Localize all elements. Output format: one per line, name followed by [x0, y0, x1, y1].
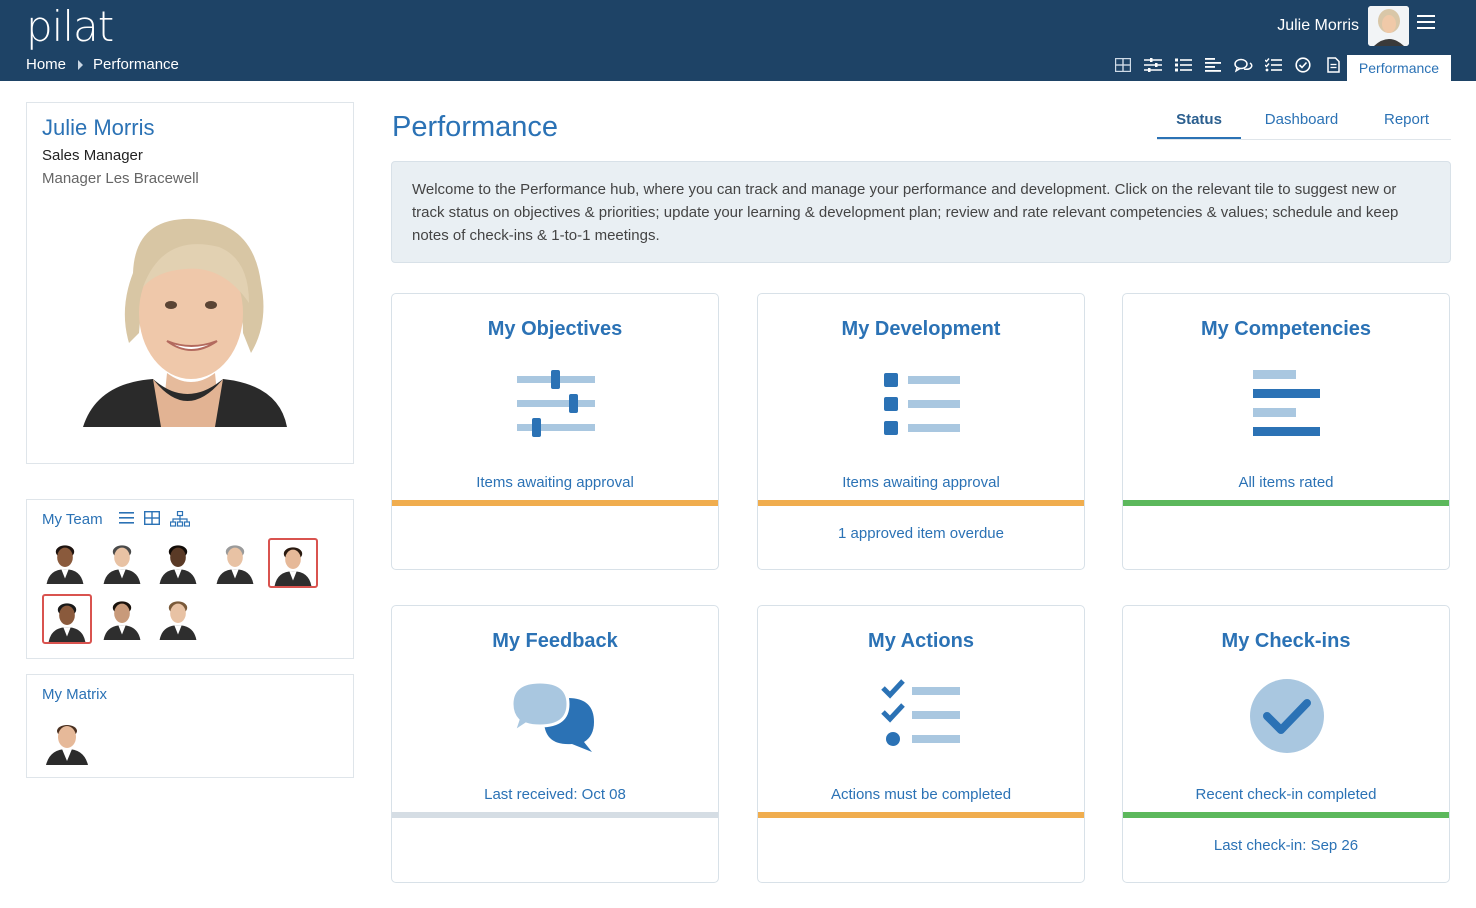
tab-report[interactable]: Report: [1362, 99, 1451, 139]
profile-manager: Manager Les Bracewell: [42, 170, 199, 187]
grid-icon[interactable]: [1108, 56, 1138, 74]
my-matrix-label: My Matrix: [42, 686, 107, 703]
tile-my-competencies[interactable]: My Competencies All items rated: [1122, 293, 1450, 570]
list-view-icon[interactable]: [119, 511, 134, 525]
logo[interactable]: pilat: [26, 2, 114, 51]
page-title: Performance: [392, 111, 559, 143]
breadcrumb-current: Performance: [93, 56, 179, 73]
tile-status: All items rated: [1238, 474, 1334, 491]
welcome-message: Welcome to the Performance hub, where yo…: [391, 161, 1451, 263]
tile-title: My Development: [841, 318, 1001, 340]
tile-status-bar: [1123, 500, 1449, 506]
document-icon[interactable]: [1318, 56, 1348, 74]
tile-status: Recent check-in completed: [1195, 786, 1377, 803]
grid-view-icon[interactable]: [144, 511, 160, 525]
toolbar-icons: [1108, 56, 1348, 74]
hamburger-menu-icon[interactable]: [1417, 15, 1435, 31]
tile-status: Items awaiting approval: [842, 474, 1000, 491]
tile-status: Items awaiting approval: [476, 474, 634, 491]
tile-my-objectives[interactable]: My Objectives Items awaiting approval: [391, 293, 719, 570]
sliders-icon[interactable]: [1138, 56, 1168, 74]
tile-title: My Objectives: [487, 318, 623, 340]
tile-status-bar: [758, 812, 1084, 818]
tile-title: My Competencies: [1200, 318, 1372, 340]
tile-title: My Check-ins: [1221, 630, 1351, 652]
chat-icon[interactable]: [1228, 56, 1258, 74]
team-member-avatar[interactable]: [212, 538, 262, 588]
tile-title: My Actions: [868, 630, 974, 652]
my-matrix-panel: My Matrix: [26, 674, 354, 778]
matrix-member-avatar[interactable]: [42, 715, 92, 765]
tile-status-bar: [392, 812, 718, 818]
sliders-icon: [506, 364, 606, 444]
profile-photo: [83, 213, 289, 427]
tile-status-bar: [758, 500, 1084, 506]
profile-title: Sales Manager: [42, 147, 143, 164]
tab-status[interactable]: Status: [1157, 99, 1241, 139]
tile-status: Actions must be completed: [830, 786, 1012, 803]
profile-card: Julie Morris Sales Manager Manager Les B…: [26, 102, 354, 464]
list-icon: [872, 364, 972, 444]
tab-dashboard[interactable]: Dashboard: [1241, 99, 1362, 139]
align-icon[interactable]: [1198, 56, 1228, 74]
team-member-avatar[interactable]: [42, 538, 92, 588]
tile-my-development[interactable]: My Development Items awaiting approval 1…: [757, 293, 1085, 570]
tile-my-actions[interactable]: My Actions Actions must be completed: [757, 605, 1085, 883]
org-chart-icon[interactable]: [170, 511, 190, 527]
check-circle-icon: [1237, 676, 1337, 756]
list-icon[interactable]: [1168, 56, 1198, 74]
chevron-right-icon: [78, 59, 84, 70]
team-member-avatar[interactable]: [99, 538, 149, 588]
team-member-avatar[interactable]: [268, 538, 318, 588]
checklist-icon[interactable]: [1258, 56, 1288, 74]
tile-status-bar: [1123, 812, 1449, 818]
checklist-icon: [872, 676, 972, 756]
team-view-switcher: [119, 511, 190, 527]
tile-sub-status: 1 approved item overdue: [838, 525, 1004, 542]
tile-sub-status: Last check-in: Sep 26: [1213, 837, 1359, 854]
tile-status: Last received: Oct 08: [484, 786, 626, 803]
chat-icon: [506, 676, 606, 756]
user-name[interactable]: Julie Morris: [1277, 17, 1359, 35]
team-member-avatar[interactable]: [42, 594, 92, 644]
breadcrumb-home[interactable]: Home: [26, 56, 66, 73]
check-circle-icon[interactable]: [1288, 56, 1318, 74]
page-tabs: Status Dashboard Report: [1157, 99, 1451, 140]
user-avatar[interactable]: [1368, 6, 1409, 46]
breadcrumb: Home Performance: [26, 56, 179, 73]
profile-name[interactable]: Julie Morris: [42, 115, 154, 141]
tile-title: My Feedback: [492, 630, 618, 652]
team-member-avatar[interactable]: [99, 594, 149, 644]
team-member-avatar[interactable]: [155, 594, 205, 644]
team-member-avatar[interactable]: [155, 538, 205, 588]
top-bar: pilat Home Performance Julie Morris Perf…: [0, 0, 1476, 81]
tile-my-check-ins[interactable]: My Check-ins Recent check-in completed L…: [1122, 605, 1450, 883]
align-icon: [1237, 364, 1337, 444]
tile-status-bar: [392, 500, 718, 506]
tile-my-feedback[interactable]: My Feedback Last received: Oct 08: [391, 605, 719, 883]
my-team-panel: My Team: [26, 499, 354, 659]
my-team-label: My Team: [42, 511, 103, 528]
nav-tab-performance[interactable]: Performance: [1347, 55, 1451, 81]
